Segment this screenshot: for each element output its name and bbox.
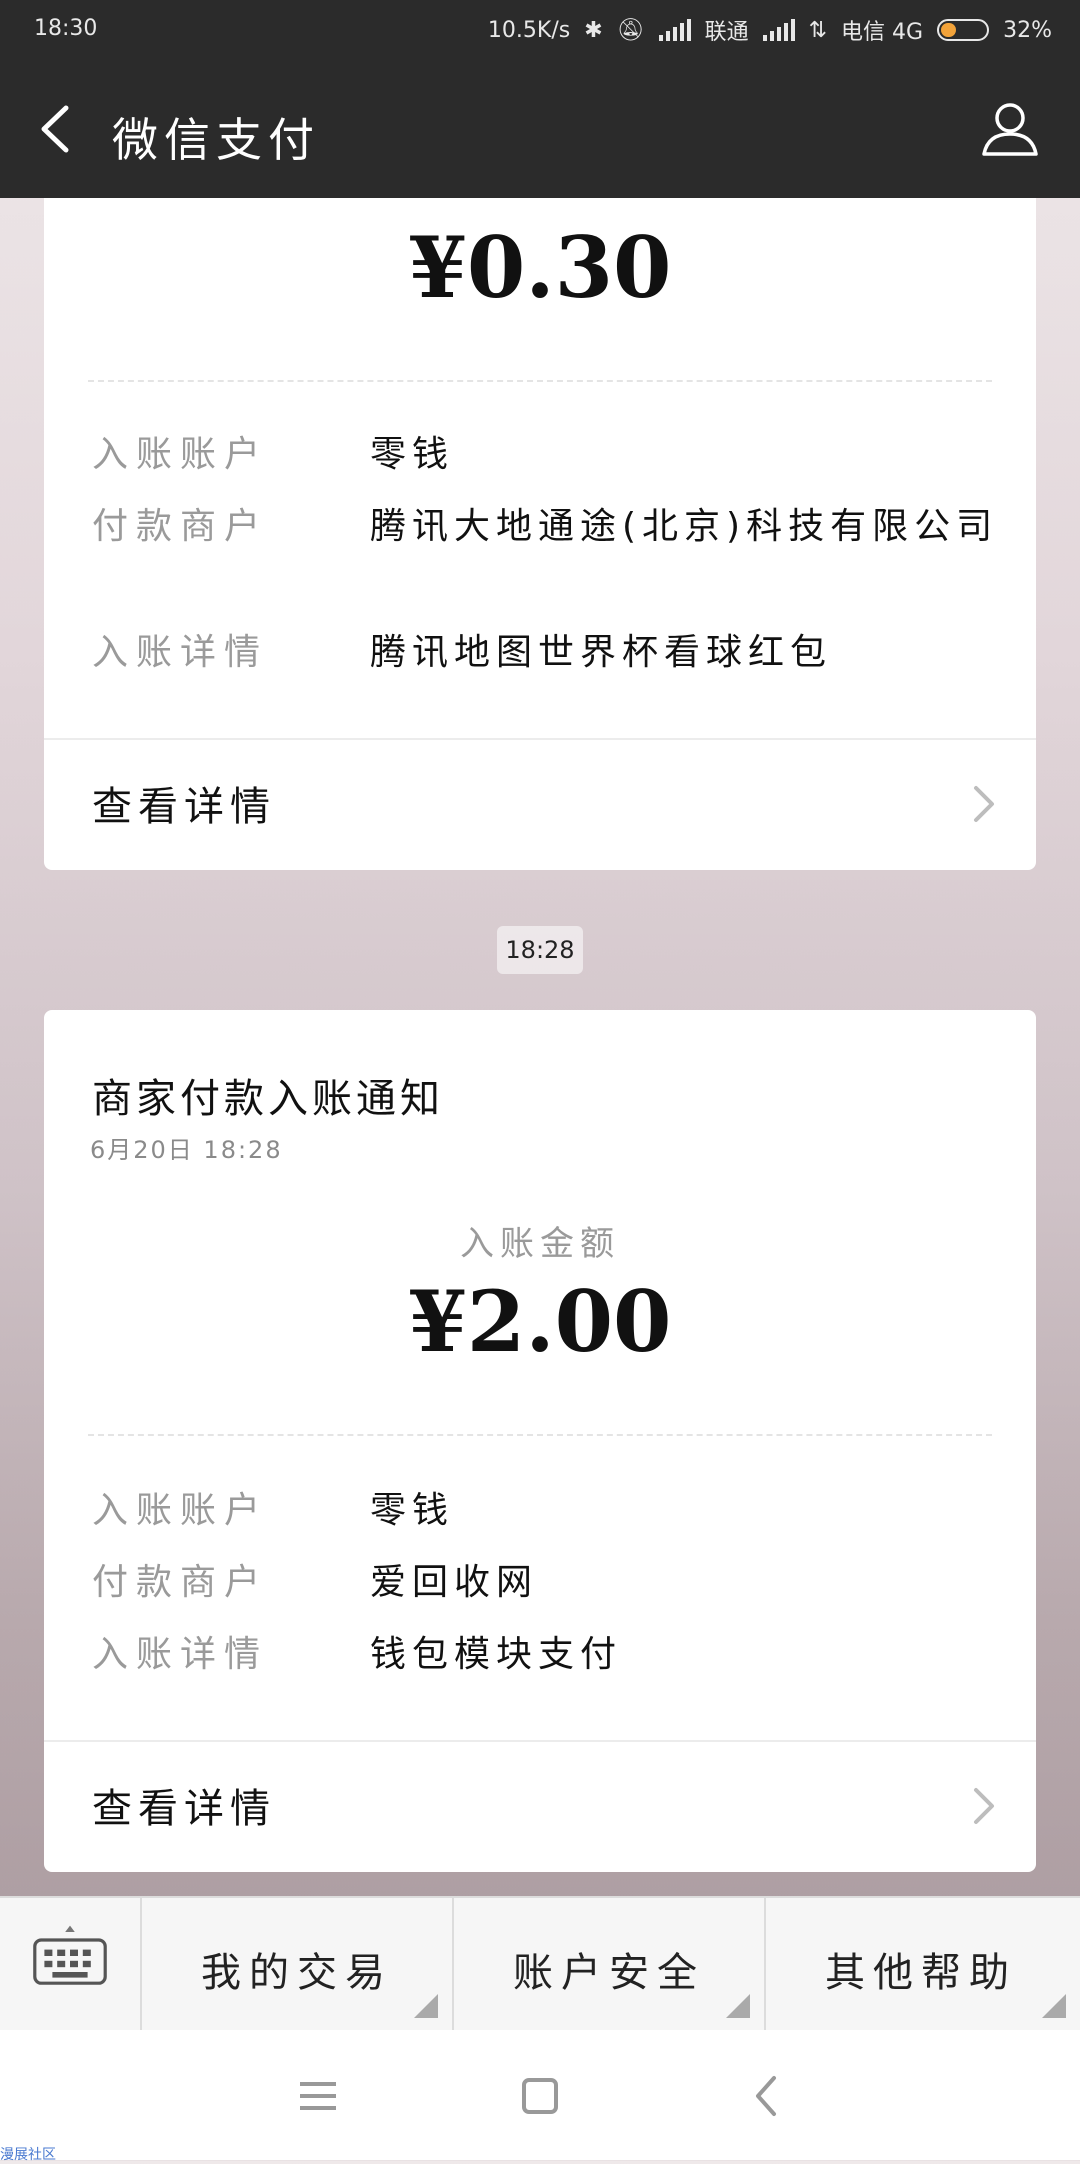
menu-other-help[interactable]: 其他帮助 [766,1898,1080,2032]
row-value: 腾讯地图世界杯看球红包 [370,632,833,673]
menu-icon[interactable] [288,2066,348,2126]
row-value: 钱包模块支付 [370,1634,623,1675]
menu-label: 账户安全 [513,1950,705,1996]
view-details-label: 查看详情 [92,784,276,830]
view-details-link[interactable]: 查看详情 [44,738,1036,870]
back-arrow-icon[interactable] [32,102,82,156]
submenu-indicator-icon [726,1994,750,2018]
timestamp-badge: 18:28 [497,926,583,974]
back-icon[interactable] [738,2066,798,2126]
signal-icon [762,19,795,41]
chevron-right-icon [974,1788,994,1824]
battery-percent: 32% [1003,17,1052,43]
signal-icon [658,19,691,41]
row-key: 入账详情 [92,632,269,673]
row-key: 入账账户 [92,434,269,475]
dashed-divider [88,1434,992,1436]
carrier-1: 联通 [704,20,749,45]
amount-value: ¥0.30 [408,218,672,317]
row-value: 零钱 [370,434,455,475]
keyboard-toggle-button[interactable] [0,1898,142,2032]
battery-icon [937,19,990,41]
keyboard-icon [33,1925,107,1985]
chevron-right-icon [974,786,994,822]
home-icon[interactable] [510,2066,570,2126]
payment-card: ¥0.30 入账账户 零钱 付款商户 腾讯大地通途(北京)科技有限公司 入账详情… [44,198,1036,870]
amount-value: ¥2.00 [408,1272,672,1371]
view-details-label: 查看详情 [92,1786,276,1832]
row-key: 付款商户 [92,506,269,547]
bluetooth-icon: ✱ [584,17,603,43]
row-key: 入账账户 [92,1490,269,1531]
status-indicators: 10.5K/s ✱ 🔕︎ 联通 ⇅ 电信 4G 32% [488,14,1052,46]
row-value: 爱回收网 [370,1562,539,1603]
user-profile-icon[interactable] [980,98,1040,158]
status-time: 18:30 [34,16,98,41]
status-bar: 18:30 10.5K/s ✱ 🔕︎ 联通 ⇅ 电信 4G 32% [0,0,1080,60]
data-transfer-icon: ⇅ [808,17,828,43]
card-date: 6月20日 18:28 [90,1136,283,1164]
menu-label: 我的交易 [201,1950,393,1996]
bottom-menu-bar: 我的交易 账户安全 其他帮助 [0,1896,1080,2032]
submenu-indicator-icon [414,1994,438,2018]
row-value: 零钱 [370,1490,455,1531]
title-bar: 微信支付 [0,60,1080,198]
view-details-link[interactable]: 查看详情 [44,1740,1036,1872]
watermark-text: 漫展社区 [0,2147,56,2163]
system-nav-bar [0,2030,1080,2160]
row-key: 入账详情 [92,1634,269,1675]
page-title: 微信支付 [112,113,320,167]
menu-account-security[interactable]: 账户安全 [454,1898,766,2032]
carrier-2: 电信 4G [841,20,924,45]
menu-label: 其他帮助 [825,1950,1017,1996]
submenu-indicator-icon [1042,1994,1066,2018]
amount-label: 入账金额 [460,1224,620,1264]
row-key: 付款商户 [92,1562,269,1603]
card-title: 商家付款入账通知 [92,1076,444,1122]
menu-my-transactions[interactable]: 我的交易 [142,1898,454,2032]
payment-card: 商家付款入账通知 6月20日 18:28 入账金额 ¥2.00 入账账户 零钱 … [44,1010,1036,1872]
dashed-divider [88,380,992,382]
net-speed: 10.5K/s [487,17,571,43]
row-value: 腾讯大地通途(北京)科技有限公司 [370,506,999,547]
mute-bell-icon: 🔕︎ [616,17,645,43]
